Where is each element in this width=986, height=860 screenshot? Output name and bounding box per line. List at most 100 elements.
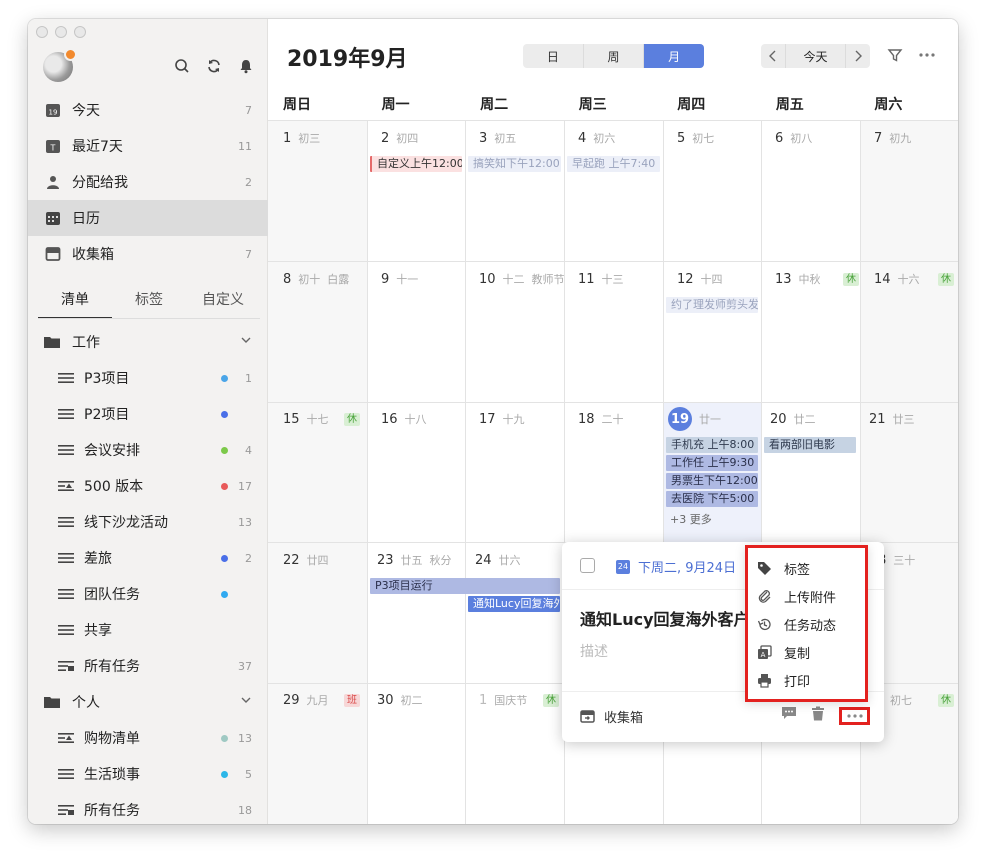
- day-cell-header[interactable]: 1 国庆节 休: [479, 692, 559, 708]
- menu-item-print[interactable]: 打印: [748, 666, 865, 694]
- sync-icon[interactable]: [205, 57, 223, 75]
- tab-custom[interactable]: 自定义: [186, 289, 260, 319]
- sidebar-list-item[interactable]: 500 版本 17: [28, 468, 268, 504]
- day-cell-header[interactable]: 23 廿五 秋分: [377, 552, 452, 568]
- folder-personal[interactable]: 个人: [28, 684, 268, 720]
- day-cell-header[interactable]: 16 十八: [381, 411, 427, 427]
- day-cell-header[interactable]: 24 廿六: [475, 552, 521, 568]
- trash-icon[interactable]: [811, 706, 825, 725]
- calendar-event[interactable]: 工作任 上午9:30: [666, 455, 758, 471]
- menu-item-activity[interactable]: 任务动态: [748, 610, 865, 638]
- menu-item-label: 打印: [784, 674, 811, 690]
- day-cell-header[interactable]: 9 十一: [381, 271, 418, 287]
- chevron-down-icon[interactable]: [240, 694, 252, 710]
- day-cell-header[interactable]: 15 十七 休: [283, 411, 360, 427]
- sidebar-list-item[interactable]: 生活琐事 5: [28, 756, 268, 792]
- list-label: 共享: [84, 623, 112, 639]
- bell-icon[interactable]: [237, 57, 255, 75]
- day-cell-header[interactable]: 20 廿二: [770, 411, 816, 427]
- calendar-event[interactable]: 早起跑 上午7:40: [567, 156, 660, 172]
- calendar-event[interactable]: P3项目运行: [370, 578, 560, 594]
- sidebar-list-item[interactable]: 所有任务 37: [28, 648, 268, 684]
- day-cell-header[interactable]: 12 十四: [677, 271, 723, 287]
- zoom-window-button[interactable]: [74, 26, 86, 38]
- day-cell-header[interactable]: 1 初三: [283, 130, 320, 146]
- calendar-event[interactable]: 手机充 上午8:00: [666, 437, 758, 453]
- day-cell-header-today[interactable]: 19 廿一: [668, 407, 721, 431]
- day-cell-header[interactable]: 10 十二 教师节: [479, 271, 565, 287]
- next-month-button[interactable]: [846, 44, 870, 68]
- day-cell-header[interactable]: 17 十九: [479, 411, 525, 427]
- more-actions-button[interactable]: [839, 706, 870, 725]
- day-cell-header[interactable]: 初七 休: [890, 692, 954, 708]
- calendar-event[interactable]: 约了理发师剪头发: [666, 297, 758, 313]
- sidebar-list-item[interactable]: P3项目 1: [28, 360, 268, 396]
- comment-icon[interactable]: [781, 706, 797, 725]
- calendar-event[interactable]: 去医院 下午5:00: [666, 491, 758, 507]
- day-cell-header[interactable]: 30 初二: [377, 692, 423, 708]
- folder-work[interactable]: 工作: [28, 324, 268, 360]
- sidebar-list-item[interactable]: 差旅 2: [28, 540, 268, 576]
- day-cell-header[interactable]: 11 十三: [578, 271, 624, 287]
- list-flag-icon: [58, 480, 74, 492]
- task-complete-checkbox[interactable]: [580, 558, 595, 573]
- day-cell-header[interactable]: 6 初八: [775, 130, 812, 146]
- day-cell-header[interactable]: 18 二十: [578, 411, 624, 427]
- calendar-event[interactable]: 搞笑知下午12:00: [468, 156, 561, 172]
- search-icon[interactable]: [173, 57, 191, 75]
- filter-icon[interactable]: [887, 47, 903, 67]
- nav-assigned-to-me[interactable]: 分配给我 2: [28, 164, 268, 200]
- menu-item-upload-attachment[interactable]: 上传附件: [748, 582, 865, 610]
- view-week-button[interactable]: 周: [584, 44, 645, 68]
- day-cell-header[interactable]: 3 初五: [479, 130, 516, 146]
- minimize-window-button[interactable]: [55, 26, 67, 38]
- sidebar-list-item[interactable]: 会议安排 4: [28, 432, 268, 468]
- popover-actions: [781, 706, 870, 725]
- holiday-badge: 休: [344, 412, 360, 426]
- nav-next-7-days[interactable]: T 最近7天 11: [28, 128, 268, 164]
- day-cell-header[interactable]: 22 廿四: [283, 552, 329, 568]
- day-cell-header[interactable]: 5 初七: [677, 130, 714, 146]
- calendar-event[interactable]: 看两部旧电影: [764, 437, 856, 453]
- day-cell-header[interactable]: 29 九月 班: [283, 692, 360, 708]
- day-cell-header[interactable]: 14 十六 休: [874, 271, 954, 287]
- more-options-icon[interactable]: [918, 47, 936, 67]
- sidebar-list-item[interactable]: 购物清单 13: [28, 720, 268, 756]
- more-events-link[interactable]: +3 更多: [670, 511, 712, 527]
- task-list-selector[interactable]: 收集箱: [580, 707, 643, 726]
- day-cell-header[interactable]: 7 初九: [874, 130, 911, 146]
- sidebar-list-item[interactable]: 线下沙龙活动 13: [28, 504, 268, 540]
- menu-item-tags[interactable]: 标签: [748, 554, 865, 582]
- today-button[interactable]: 今天: [785, 44, 846, 68]
- nav-calendar[interactable]: 日历: [28, 200, 268, 236]
- sidebar-list-item[interactable]: 共享: [28, 612, 268, 648]
- task-description-field[interactable]: 描述: [580, 641, 608, 661]
- close-window-button[interactable]: [36, 26, 48, 38]
- nav-inbox[interactable]: 收集箱 7: [28, 236, 268, 272]
- lunar-date: 初五: [494, 132, 517, 145]
- chevron-down-icon[interactable]: [240, 334, 252, 350]
- sidebar-list-item[interactable]: 团队任务: [28, 576, 268, 612]
- calendar-event-selected[interactable]: 通知Lucy回复海外客户: [468, 596, 560, 612]
- avatar[interactable]: [43, 48, 77, 82]
- nav-today[interactable]: 19 今天 7: [28, 92, 268, 128]
- view-day-button[interactable]: 日: [523, 44, 584, 68]
- day-cell-header[interactable]: 13 中秋 休: [775, 271, 859, 287]
- day-cell-header[interactable]: 4 初六: [578, 130, 615, 146]
- day-cell-header[interactable]: 8 初十 白露: [283, 271, 349, 287]
- prev-month-button[interactable]: [761, 44, 785, 68]
- view-month-button[interactable]: 月: [644, 44, 704, 68]
- person-icon: [44, 173, 62, 191]
- day-cell-header[interactable]: 2 初四: [381, 130, 418, 146]
- menu-item-copy[interactable]: A 复制: [748, 638, 865, 666]
- history-icon: [755, 617, 773, 632]
- tab-lists[interactable]: 清单: [38, 289, 112, 319]
- task-due-date[interactable]: 24 下周二, 9月24日: [616, 557, 736, 576]
- tab-tags[interactable]: 标签: [112, 289, 186, 319]
- sidebar-list-item[interactable]: 所有任务 18: [28, 792, 268, 824]
- calendar-event[interactable]: 男票生下午12:00: [666, 473, 758, 489]
- day-cell-header[interactable]: 21 廿三: [869, 411, 915, 427]
- task-title[interactable]: 通知Lucy回复海外客户: [580, 606, 750, 630]
- calendar-event[interactable]: 自定义上午12:00: [370, 156, 462, 172]
- sidebar-list-item[interactable]: P2项目: [28, 396, 268, 432]
